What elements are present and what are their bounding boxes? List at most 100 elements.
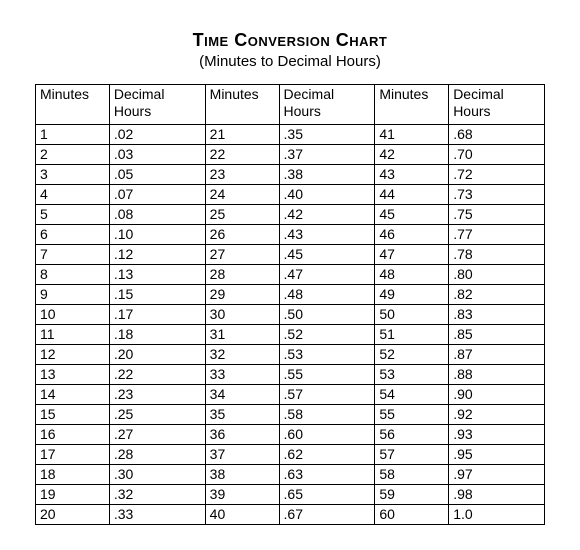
cell-decimal: .73 [449,185,545,205]
cell-minutes: 37 [205,445,279,465]
cell-decimal: .68 [449,125,545,145]
cell-decimal: .27 [109,425,205,445]
cell-minutes: 24 [205,185,279,205]
cell-decimal: .95 [449,445,545,465]
cell-decimal: .03 [109,145,205,165]
cell-decimal: .97 [449,465,545,485]
cell-decimal: .15 [109,285,205,305]
cell-minutes: 57 [375,445,449,465]
cell-minutes: 32 [205,345,279,365]
cell-decimal: .13 [109,265,205,285]
cell-decimal: .38 [279,165,375,185]
cell-minutes: 2 [36,145,110,165]
table-row: 7.1227.4547.78 [36,245,545,265]
chart-subtitle: (Minutes to Decimal Hours) [35,53,545,70]
table-row: 16.2736.6056.93 [36,425,545,445]
cell-decimal: .87 [449,345,545,365]
cell-decimal: .55 [279,365,375,385]
cell-decimal: .53 [279,345,375,365]
cell-minutes: 10 [36,305,110,325]
cell-decimal: .22 [109,365,205,385]
cell-minutes: 9 [36,285,110,305]
cell-decimal: .70 [449,145,545,165]
cell-decimal: .32 [109,485,205,505]
cell-minutes: 16 [36,425,110,445]
table-row: 14.2334.5754.90 [36,385,545,405]
cell-decimal: .10 [109,225,205,245]
col-header-minutes: Minutes [375,85,449,125]
cell-minutes: 21 [205,125,279,145]
cell-minutes: 50 [375,305,449,325]
table-row: 1.0221.3541.68 [36,125,545,145]
cell-minutes: 52 [375,345,449,365]
col-header-minutes: Minutes [36,85,110,125]
cell-minutes: 35 [205,405,279,425]
cell-minutes: 33 [205,365,279,385]
cell-decimal: .45 [279,245,375,265]
table-row: 2.0322.3742.70 [36,145,545,165]
conversion-table: Minutes Decimal Hours Minutes Decimal Ho… [35,84,545,525]
cell-minutes: 53 [375,365,449,385]
cell-minutes: 41 [375,125,449,145]
cell-minutes: 44 [375,185,449,205]
cell-minutes: 36 [205,425,279,445]
cell-minutes: 51 [375,325,449,345]
cell-decimal: .58 [279,405,375,425]
cell-minutes: 23 [205,165,279,185]
col-header-decimal: Decimal Hours [449,85,545,125]
cell-decimal: .90 [449,385,545,405]
cell-decimal: .37 [279,145,375,165]
cell-minutes: 7 [36,245,110,265]
cell-decimal: .02 [109,125,205,145]
table-header-row: Minutes Decimal Hours Minutes Decimal Ho… [36,85,545,125]
cell-decimal: .20 [109,345,205,365]
cell-decimal: .92 [449,405,545,425]
cell-minutes: 6 [36,225,110,245]
cell-decimal: .85 [449,325,545,345]
table-body: 1.0221.3541.682.0322.3742.703.0523.3843.… [36,125,545,525]
cell-minutes: 46 [375,225,449,245]
table-row: 18.3038.6358.97 [36,465,545,485]
cell-decimal: 1.0 [449,505,545,525]
table-row: 3.0523.3843.72 [36,165,545,185]
cell-decimal: .35 [279,125,375,145]
table-row: 20.3340.67601.0 [36,505,545,525]
cell-minutes: 60 [375,505,449,525]
cell-minutes: 43 [375,165,449,185]
cell-minutes: 20 [36,505,110,525]
cell-minutes: 58 [375,465,449,485]
cell-minutes: 1 [36,125,110,145]
cell-minutes: 11 [36,325,110,345]
cell-decimal: .83 [449,305,545,325]
table-row: 17.2837.6257.95 [36,445,545,465]
cell-decimal: .30 [109,465,205,485]
cell-minutes: 34 [205,385,279,405]
cell-minutes: 13 [36,365,110,385]
cell-minutes: 42 [375,145,449,165]
cell-decimal: .75 [449,205,545,225]
cell-decimal: .98 [449,485,545,505]
cell-decimal: .40 [279,185,375,205]
cell-minutes: 26 [205,225,279,245]
cell-minutes: 54 [375,385,449,405]
cell-decimal: .57 [279,385,375,405]
table-row: 8.1328.4748.80 [36,265,545,285]
page: Time Conversion Chart (Minutes to Decima… [0,0,580,550]
cell-minutes: 22 [205,145,279,165]
cell-decimal: .72 [449,165,545,185]
table-row: 9.1529.4849.82 [36,285,545,305]
cell-decimal: .18 [109,325,205,345]
table-row: 19.3239.6559.98 [36,485,545,505]
cell-decimal: .80 [449,265,545,285]
cell-minutes: 59 [375,485,449,505]
cell-minutes: 14 [36,385,110,405]
cell-minutes: 55 [375,405,449,425]
cell-decimal: .28 [109,445,205,465]
cell-decimal: .23 [109,385,205,405]
cell-decimal: .33 [109,505,205,525]
cell-decimal: .82 [449,285,545,305]
cell-minutes: 19 [36,485,110,505]
cell-minutes: 25 [205,205,279,225]
cell-minutes: 56 [375,425,449,445]
cell-decimal: .07 [109,185,205,205]
